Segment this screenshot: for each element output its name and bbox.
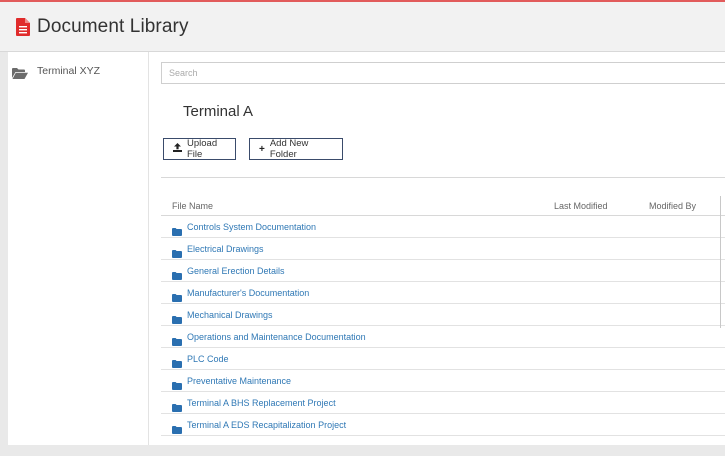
folder-name-link[interactable]: Mechanical Drawings — [187, 310, 273, 320]
column-header-modified-by[interactable]: Modified By — [649, 201, 696, 211]
page-title: Document Library — [37, 15, 189, 37]
table-row[interactable]: PLC Code — [161, 348, 725, 370]
folder-icon — [172, 399, 182, 412]
folder-icon — [172, 355, 182, 368]
table-row[interactable]: Operations and Maintenance Documentation — [161, 326, 725, 348]
folder-name-link[interactable]: PLC Code — [187, 354, 229, 364]
tree-item-terminal-xyz[interactable]: Terminal XYZ — [12, 65, 101, 79]
folder-icon — [172, 267, 182, 280]
table-row[interactable]: Terminal A EDS Recapitalization Project — [161, 414, 725, 436]
folder-name-link[interactable]: Controls System Documentation — [187, 222, 316, 232]
folder-icon — [172, 421, 182, 434]
folder-open-icon — [12, 66, 28, 79]
folder-name-link[interactable]: Manufacturer's Documentation — [187, 288, 309, 298]
folder-name-link[interactable]: Preventative Maintenance — [187, 376, 291, 386]
library-panel: Terminal XYZ Terminal A Upload File + Ad… — [8, 52, 725, 445]
folder-title: Terminal A — [183, 103, 254, 120]
page-header: Document Library — [0, 2, 725, 52]
plus-icon: + — [259, 143, 265, 155]
folder-tree: Terminal XYZ — [8, 52, 149, 445]
upload-file-label: Upload File — [187, 138, 218, 160]
table-row[interactable]: Preventative Maintenance — [161, 370, 725, 392]
divider — [161, 177, 725, 178]
table-row[interactable]: Terminal A BHS Replacement Project — [161, 392, 725, 414]
table-row[interactable]: Manufacturer's Documentation — [161, 282, 725, 304]
folder-icon — [172, 311, 182, 324]
add-new-folder-label: Add New Folder — [269, 138, 309, 160]
table-body: Controls System Documentation Electrical … — [161, 216, 725, 436]
folder-icon — [172, 289, 182, 302]
tree-item-label: Terminal XYZ — [37, 65, 101, 77]
file-pdf-icon — [16, 17, 30, 36]
search-input[interactable] — [161, 62, 725, 84]
table-row[interactable]: General Erection Details — [161, 260, 725, 282]
folder-name-link[interactable]: Terminal A EDS Recapitalization Project — [187, 420, 346, 430]
folder-name-link[interactable]: General Erection Details — [187, 266, 285, 276]
column-header-last-modified[interactable]: Last Modified — [554, 201, 608, 211]
add-new-folder-button[interactable]: + Add New Folder — [249, 138, 343, 160]
table-row[interactable]: Controls System Documentation — [161, 216, 725, 238]
table-row[interactable]: Mechanical Drawings — [161, 304, 725, 326]
folder-name-link[interactable]: Operations and Maintenance Documentation — [187, 332, 366, 342]
folder-icon — [172, 223, 182, 236]
upload-icon — [173, 143, 182, 155]
folder-icon — [172, 377, 182, 390]
table-header: File Name Last Modified Modified By — [161, 196, 725, 216]
table-row[interactable]: Electrical Drawings — [161, 238, 725, 260]
column-resize-handle[interactable] — [720, 196, 721, 328]
column-header-file-name[interactable]: File Name — [172, 201, 213, 211]
upload-file-button[interactable]: Upload File — [163, 138, 236, 160]
folder-icon — [172, 333, 182, 346]
folder-name-link[interactable]: Electrical Drawings — [187, 244, 264, 254]
folder-icon — [172, 245, 182, 258]
file-table: File Name Last Modified Modified By Cont… — [161, 196, 725, 436]
folder-name-link[interactable]: Terminal A BHS Replacement Project — [187, 398, 336, 408]
folder-content: Terminal A Upload File + Add New Folder … — [149, 52, 725, 445]
